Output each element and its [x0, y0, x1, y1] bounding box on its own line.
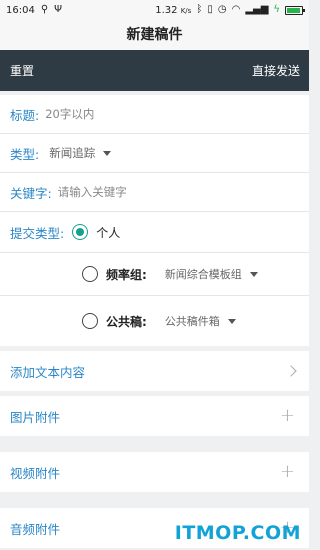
video-attachment[interactable]: 视频附件 +	[0, 452, 309, 492]
type-label: 类型:	[10, 146, 40, 162]
keyword-label: 关键字:	[10, 185, 52, 201]
submit-type-row: 提交类型: 个人	[0, 212, 309, 253]
type-select[interactable]: 新闻追踪	[49, 145, 112, 161]
video-attachment-label: 视频附件	[10, 465, 61, 481]
dropdown-arrow-icon	[249, 271, 258, 277]
wifi-icon: ◠	[231, 4, 241, 15]
action-toolbar: 重置 直接发送	[0, 50, 309, 91]
public-row: 公共稿: 公共稿件箱	[0, 296, 309, 346]
dropdown-arrow-icon	[227, 318, 236, 324]
bluetooth-icon: ᛒ	[196, 4, 203, 15]
submit-type-label: 提交类型:	[10, 225, 65, 241]
plus-icon[interactable]: +	[280, 407, 295, 425]
add-text-content[interactable]: 添加文本内容	[0, 351, 309, 391]
radio-selected-icon	[72, 224, 89, 240]
radio-public-label: 公共稿:	[106, 314, 147, 329]
radio-personal[interactable]: 个人	[72, 224, 120, 241]
charging-icon: ϟ	[273, 4, 280, 15]
keyword-row[interactable]: 关键字: 请输入关键字	[0, 173, 309, 212]
image-attachment[interactable]: 图片附件 +	[0, 396, 309, 436]
watermark: ITMOP.COM	[174, 522, 301, 544]
alarm-icon: ◷	[217, 4, 227, 15]
type-row[interactable]: 类型: 新闻追踪	[0, 134, 309, 173]
reset-button[interactable]: 重置	[10, 62, 34, 79]
dropdown-arrow-icon	[103, 151, 112, 156]
battery-icon	[285, 5, 305, 15]
frequency-select[interactable]: 新闻综合模板组	[165, 266, 258, 282]
title-label: 标题:	[10, 107, 40, 123]
audio-attachment-label: 音频附件	[10, 521, 61, 537]
title-input[interactable]: 20字以内	[45, 106, 94, 122]
page-title: 新建稿件	[0, 20, 309, 50]
keyword-input[interactable]: 请输入关键字	[58, 184, 127, 200]
frequency-row: 频率组: 新闻综合模板组	[0, 253, 309, 296]
status-time: 16:04	[6, 4, 35, 16]
radio-public[interactable]: 公共稿:	[82, 313, 147, 330]
vibrate-icon: ▯	[207, 4, 213, 15]
chevron-right-icon	[285, 365, 297, 377]
share-icon: ⚲	[40, 4, 49, 15]
radio-frequency-label: 频率组:	[106, 267, 147, 282]
add-text-label: 添加文本内容	[10, 364, 86, 380]
usb-icon: Ψ	[54, 4, 63, 15]
status-bar: 16:04 ⚲ Ψ 1.32 K/s ᛒ ▯ ◷ ◠ ▂▄▆ ϟ	[0, 0, 309, 20]
plus-icon[interactable]: +	[280, 463, 295, 481]
send-now-button[interactable]: 直接发送	[252, 62, 300, 79]
radio-personal-label: 个人	[96, 225, 121, 240]
signal-icon: ▂▄▆	[245, 4, 269, 15]
image-attachment-label: 图片附件	[10, 409, 61, 425]
radio-unselected-icon	[82, 313, 98, 329]
title-row[interactable]: 标题: 20字以内	[0, 95, 309, 134]
public-select[interactable]: 公共稿件箱	[165, 313, 236, 329]
network-speed: 1.32 K/s	[155, 4, 192, 16]
radio-unselected-icon	[82, 266, 98, 282]
radio-frequency[interactable]: 频率组:	[82, 266, 147, 283]
